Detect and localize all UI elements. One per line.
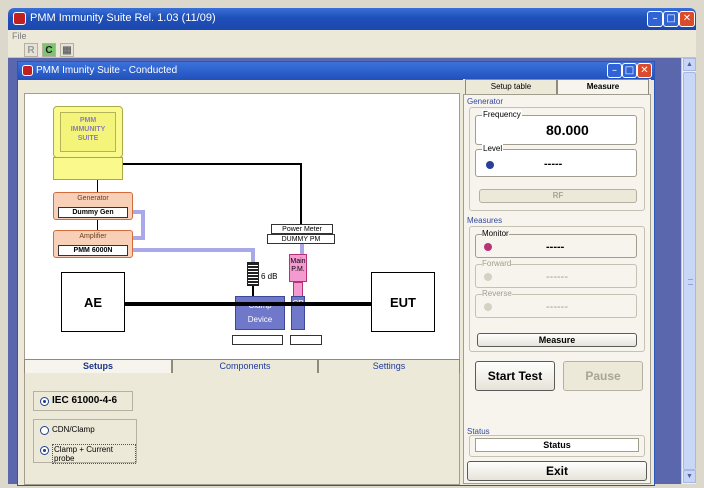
- status-value: Status: [475, 438, 639, 452]
- gen-bus-line: [97, 180, 98, 192]
- attenuator-icon: [247, 262, 259, 286]
- bus-line: [123, 163, 302, 165]
- standard-label: IEC 61000-4-6: [52, 395, 118, 406]
- cdn-clamp-radio[interactable]: [40, 426, 49, 435]
- forward-field: Forward ------: [475, 259, 637, 288]
- close-button[interactable]: ✕: [679, 11, 695, 27]
- tab-setups[interactable]: Setups: [24, 359, 172, 373]
- scrollbar-thumb[interactable]: [683, 72, 696, 470]
- level-label: Level: [482, 144, 504, 153]
- maximize-button[interactable]: □: [663, 11, 679, 27]
- monitor-label: Monitor: [482, 229, 509, 238]
- power-meter-value[interactable]: DUMMY PM: [267, 234, 335, 244]
- inner-maximize-button[interactable]: □: [622, 63, 637, 78]
- measure-button[interactable]: Measure: [477, 333, 637, 347]
- amp-cable-2: [251, 248, 255, 262]
- exit-button[interactable]: Exit: [467, 461, 647, 481]
- clamp-probe-radio[interactable]: [40, 446, 49, 455]
- setup-options-group: CDN/Clamp Clamp + Current probe: [33, 419, 137, 464]
- start-test-button[interactable]: Start Test: [475, 361, 555, 391]
- forward-indicator-icon: [484, 273, 492, 281]
- rf-button[interactable]: RF: [479, 189, 637, 203]
- generator-section-title: Generator: [467, 97, 504, 106]
- monitor-value: -----: [546, 241, 565, 253]
- eut-block[interactable]: EUT: [371, 272, 435, 332]
- generator-value: Dummy Gen: [58, 207, 128, 218]
- standard-radio[interactable]: [40, 397, 49, 406]
- level-field: Level -----: [475, 144, 637, 177]
- main-pm-block[interactable]: Main P.M.: [289, 254, 307, 282]
- reverse-label: Reverse: [482, 289, 512, 298]
- frequency-label: Frequency: [482, 110, 522, 119]
- gen-cable-3: [133, 236, 145, 240]
- clamp-probe-label: Clamp + Current probe: [52, 444, 136, 464]
- suite-base: [53, 157, 123, 180]
- amplifier-block[interactable]: Amplifier PMM 6000N: [53, 230, 133, 258]
- tab-measure[interactable]: Measure: [557, 79, 649, 94]
- tab-settings[interactable]: Settings: [318, 359, 460, 373]
- c-toolbar-button[interactable]: C: [42, 43, 56, 57]
- pause-button[interactable]: Pause: [563, 361, 643, 391]
- frequency-field: Frequency 80.000: [475, 110, 637, 145]
- monitor-field: Monitor -----: [475, 229, 637, 258]
- cp-value-box: [290, 335, 322, 345]
- amplifier-value: PMM 6000N: [58, 245, 128, 256]
- right-panel: Setup table Measure Generator Frequency …: [463, 79, 651, 484]
- app-icon: [13, 12, 26, 25]
- suite-computer[interactable]: PMM IMMUNITY SUITE: [53, 106, 123, 158]
- frequency-value: 80.000: [546, 122, 589, 138]
- amp-bus-line: [97, 220, 98, 230]
- amplifier-label: Amplifier: [79, 233, 107, 240]
- inner-close-button[interactable]: ✕: [637, 63, 652, 78]
- window-title: PMM Immunity Suite Rel. 1.03 (11/09): [30, 12, 216, 24]
- standard-group: IEC 61000-4-6: [33, 391, 133, 411]
- scroll-down-icon[interactable]: ▼: [683, 470, 696, 483]
- inner-app-icon: [22, 65, 33, 76]
- monitor-indicator-icon: [484, 243, 492, 251]
- app: PMM Immunity Suite Rel. 1.03 (11/09) – □…: [0, 0, 704, 488]
- settings-toolbar-button[interactable]: ▦: [60, 43, 74, 57]
- minimize-button[interactable]: –: [647, 11, 663, 27]
- reverse-indicator-icon: [484, 303, 492, 311]
- main-title-bar[interactable]: PMM Immunity Suite Rel. 1.03 (11/09) – □…: [8, 8, 696, 30]
- vertical-scrollbar[interactable]: ▲ ▼: [681, 58, 696, 484]
- tab-setup-table[interactable]: Setup table: [465, 79, 557, 94]
- cdn-clamp-label: CDN/Clamp: [52, 425, 95, 434]
- power-meter-label: Power Meter: [271, 224, 333, 234]
- level-value: -----: [544, 158, 563, 170]
- attenuator-label: 6 dB: [261, 272, 278, 281]
- generator-label: Generator: [77, 195, 109, 202]
- amp-cable-1: [133, 248, 255, 252]
- menu-bar: File: [8, 30, 696, 42]
- forward-label: Forward: [482, 259, 512, 268]
- bottom-tab-strip: Setups Components Settings: [24, 359, 460, 373]
- forward-value: ------: [546, 271, 568, 283]
- reverse-field: Reverse ------: [475, 289, 637, 318]
- scroll-up-icon[interactable]: ▲: [683, 58, 696, 71]
- r-toolbar-button[interactable]: R: [24, 43, 38, 57]
- inner-window-title: PMM Imunity Suite - Conducted: [36, 65, 178, 76]
- measures-section-title: Measures: [467, 216, 503, 225]
- toolbar: R C ▦: [8, 42, 696, 58]
- menu-file[interactable]: File: [12, 31, 27, 41]
- setups-panel: IEC 61000-4-6 CDN/Clamp Clamp + Current …: [24, 373, 460, 485]
- pm-bus-line: [300, 163, 302, 224]
- main-cable: [125, 302, 371, 306]
- generator-block[interactable]: Generator Dummy Gen: [53, 192, 133, 220]
- suite-label: PMM IMMUNITY SUITE: [60, 112, 116, 152]
- reverse-value: ------: [546, 301, 568, 313]
- level-indicator-icon: [486, 161, 494, 169]
- ae-block[interactable]: AE: [61, 272, 125, 332]
- inner-title-bar[interactable]: PMM Imunity Suite - Conducted – □ ✕: [18, 62, 654, 80]
- tab-components[interactable]: Components: [172, 359, 318, 373]
- inner-minimize-button[interactable]: –: [607, 63, 622, 78]
- clamp-value-box: [232, 335, 283, 345]
